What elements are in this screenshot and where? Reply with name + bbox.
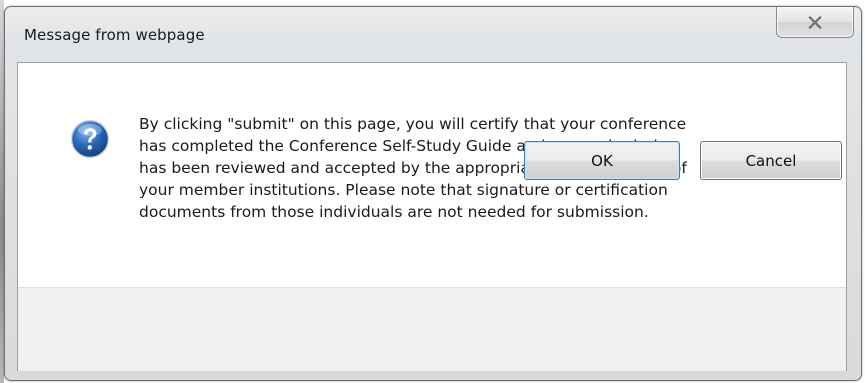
ok-button[interactable]: OK (524, 141, 680, 180)
close-icon (808, 15, 822, 29)
cancel-button[interactable]: Cancel (700, 141, 842, 180)
dialog-title-bar[interactable]: Message from webpage (5, 7, 861, 61)
question-icon (70, 119, 110, 159)
close-button[interactable] (776, 7, 854, 38)
button-bar (18, 287, 846, 371)
message-dialog: Message from webpage By clicking "submit… (4, 6, 862, 381)
dialog-client-area: By clicking "submit" on this page, you w… (17, 62, 847, 371)
dialog-title: Message from webpage (24, 26, 205, 44)
